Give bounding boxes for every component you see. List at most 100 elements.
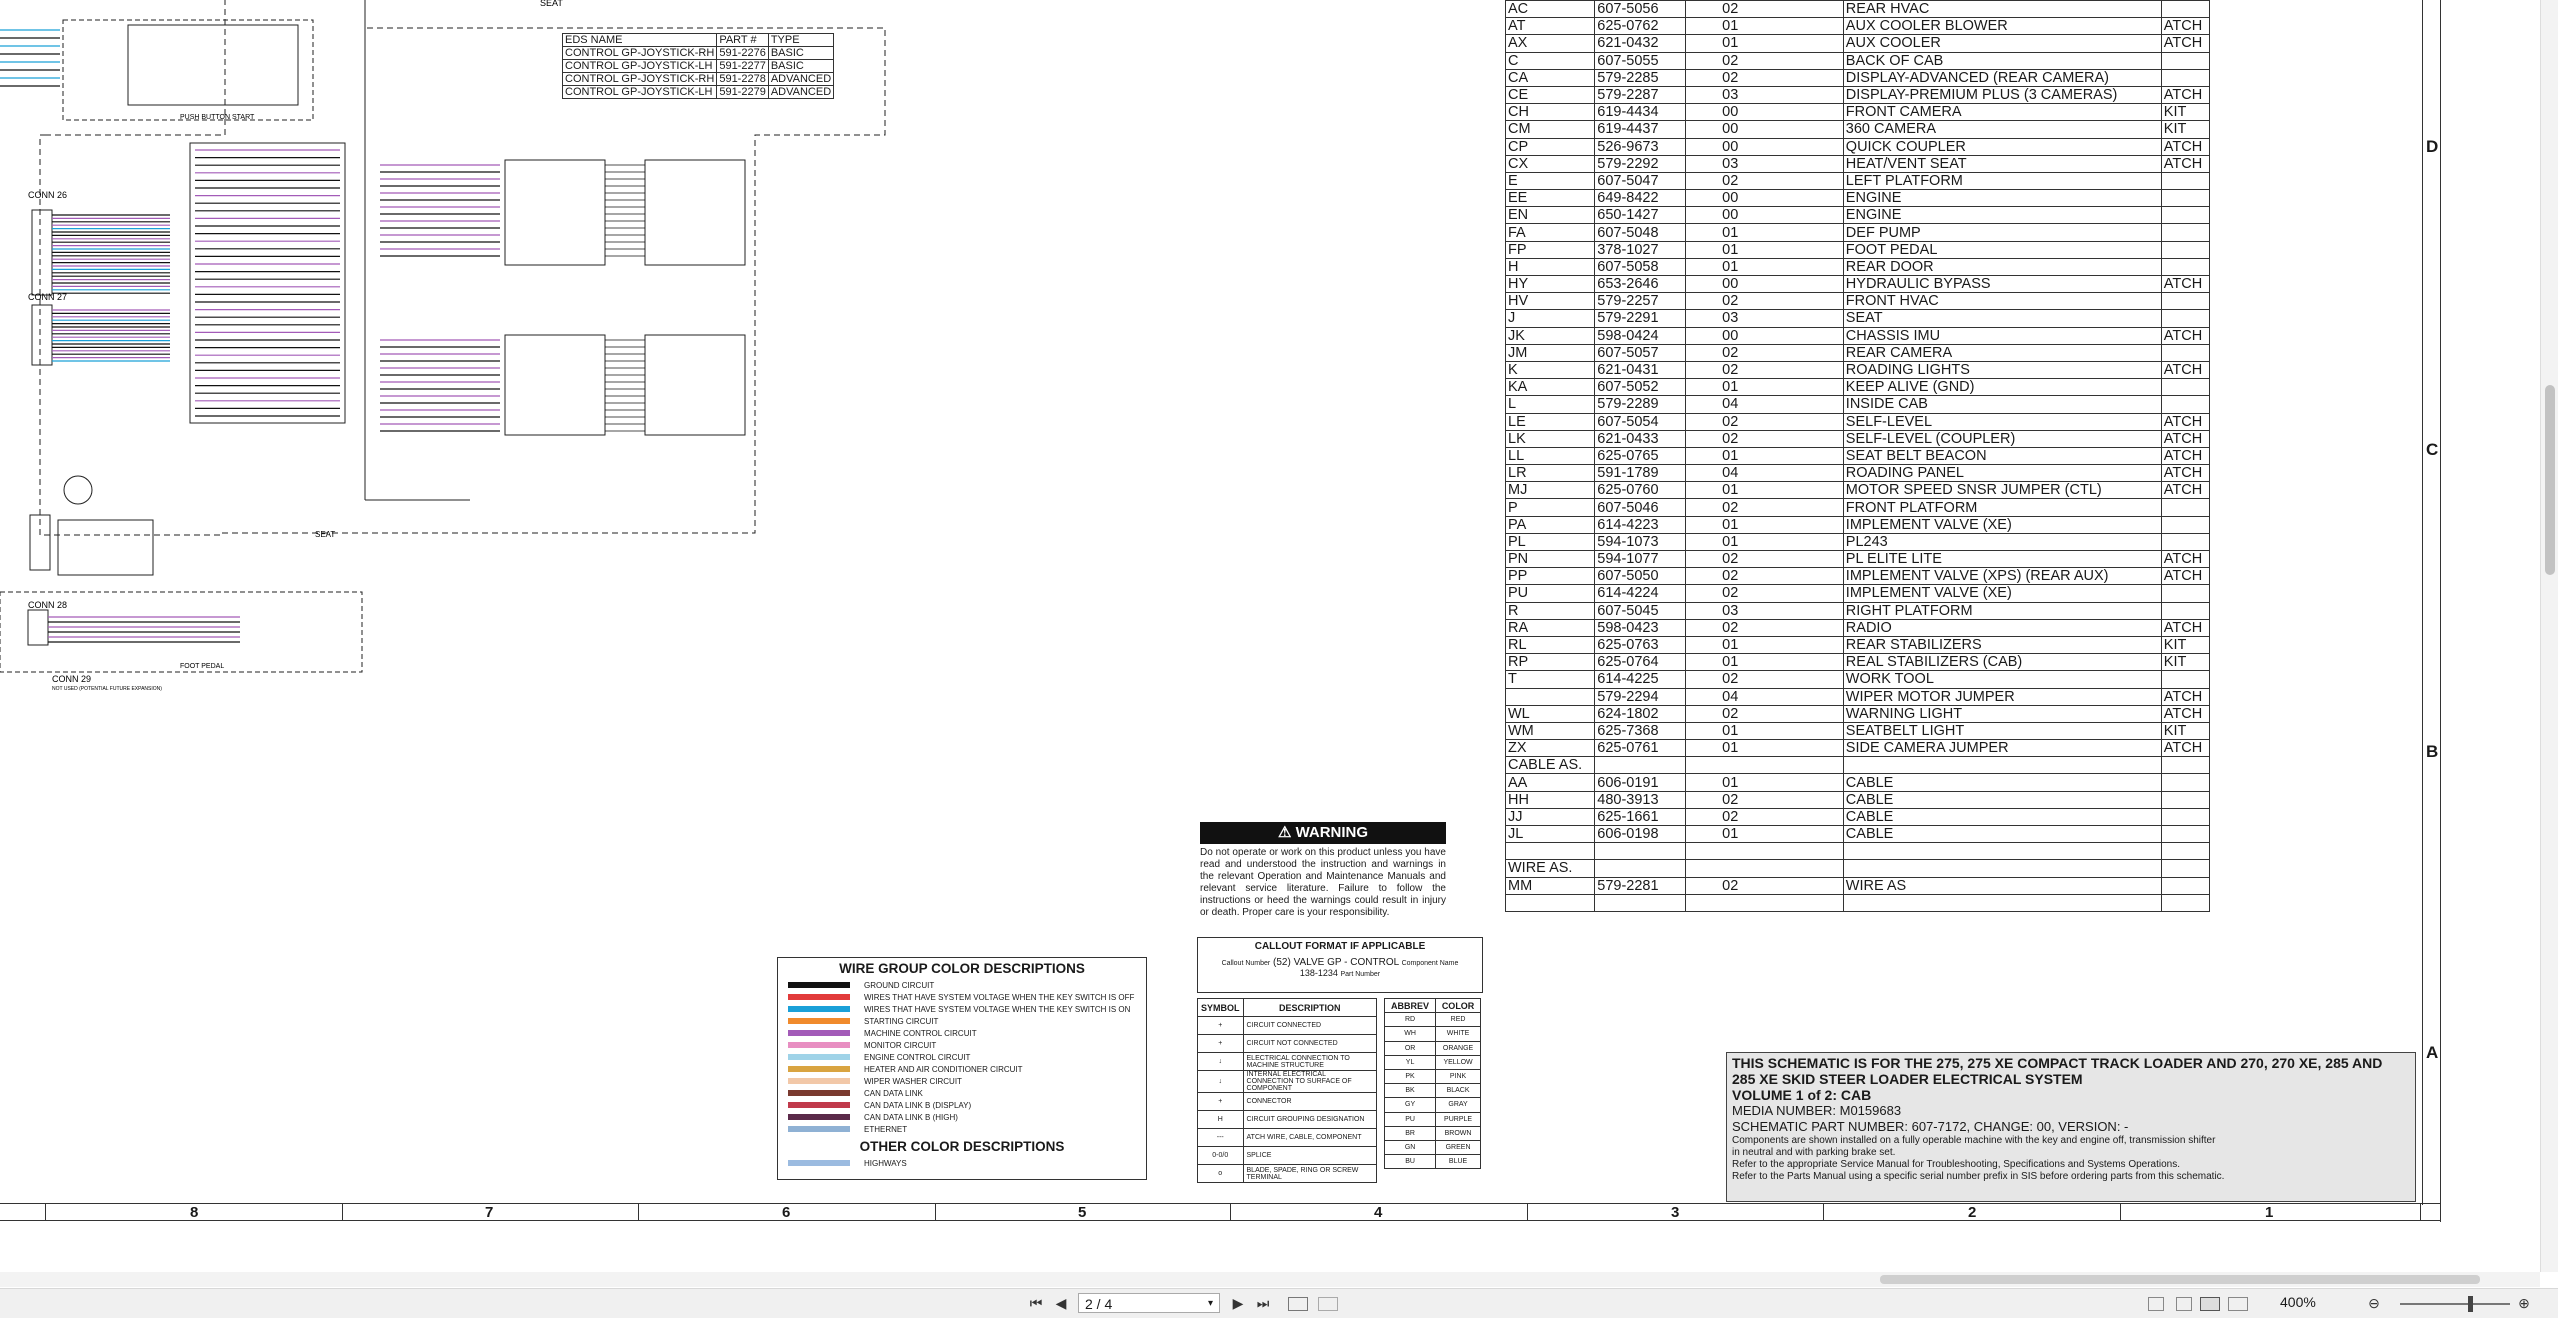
table-cell: 607-5057 xyxy=(1594,343,1687,362)
color-legend-item: STARTING CIRCUIT xyxy=(778,1015,1146,1027)
table-cell: CONTROL GP-JOYSTICK-LH xyxy=(561,59,718,73)
table-cell: ADVANCED xyxy=(767,85,835,99)
table-row: PU PURPLE xyxy=(1383,1111,1481,1127)
prev-page-icon[interactable]: ◀ xyxy=(1053,1294,1069,1312)
table-cell: ATCH xyxy=(2160,17,2211,36)
table-cell: WH xyxy=(1383,1026,1437,1042)
table-cell: 02 xyxy=(1685,549,1844,569)
page-number-input[interactable]: 2 / 4 ▾ xyxy=(1078,1293,1220,1313)
table-cell xyxy=(2160,257,2211,277)
table-cell: BASIC xyxy=(767,59,835,73)
horizontal-scroll-thumb[interactable] xyxy=(1880,1275,2480,1284)
description-header: DESCRIPTION xyxy=(1242,998,1378,1017)
table-cell: 614-4224 xyxy=(1594,584,1687,603)
table-cell: LE xyxy=(1504,412,1596,431)
table-cell xyxy=(2160,515,2211,534)
table-cell: PA xyxy=(1504,515,1596,534)
conn27-label: CONN 27 xyxy=(28,292,67,302)
color-header: COLOR xyxy=(1435,997,1481,1014)
table-cell: RADIO xyxy=(1842,618,2162,637)
table-cell: LEFT PLATFORM xyxy=(1842,171,2162,191)
schematic-sheet: CONN 26 CONN 27 CONN 28 CONN 29 NOT USED… xyxy=(0,0,2441,1230)
table-cell: KIT xyxy=(2160,653,2211,672)
table-row: P 607-5046 02 FRONT PLATFORM xyxy=(1504,498,2211,517)
table-row: CONTROL GP-JOYSTICK-RH 591-2278 ADVANCED xyxy=(561,72,835,86)
table-row: + CONNECTOR xyxy=(1197,1092,1378,1111)
table-cell: 594-1073 xyxy=(1594,532,1687,552)
symbol-cell: 0-0/0 xyxy=(1197,1146,1244,1165)
table-cell xyxy=(2160,756,2211,775)
zoom-out-icon[interactable]: ⊖ xyxy=(2366,1294,2382,1312)
fit-icon[interactable] xyxy=(1318,1297,1338,1311)
vertical-scroll-thumb[interactable] xyxy=(2545,385,2555,575)
rotate-icon[interactable] xyxy=(1288,1297,1308,1311)
table-cell xyxy=(2160,824,2211,844)
next-page-icon[interactable]: ▶ xyxy=(1230,1294,1246,1312)
table-row: + CIRCUIT NOT CONNECTED xyxy=(1197,1034,1378,1053)
single-page-icon[interactable] xyxy=(2148,1297,2164,1311)
table-row: ↓ ELECTRICAL CONNECTION TO MACHINE STRUCT… xyxy=(1197,1052,1378,1071)
table-cell: KIT xyxy=(2160,103,2211,122)
continuous-icon[interactable] xyxy=(2176,1297,2192,1311)
table-cell: ORANGE xyxy=(1435,1040,1481,1056)
last-page-icon[interactable]: ⏭ xyxy=(1255,1294,1271,1312)
table-cell: FRONT PLATFORM xyxy=(1842,498,2162,517)
table-cell: KEEP ALIVE (GND) xyxy=(1842,378,2162,397)
color-legend-item: CAN DATA LINK xyxy=(778,1087,1146,1099)
table-cell xyxy=(2160,206,2211,225)
title-note: Components are shown installed on a full… xyxy=(1732,1135,2216,1146)
grid-view-icon[interactable] xyxy=(2228,1297,2248,1311)
table-cell: 607-5045 xyxy=(1594,601,1687,620)
table-cell: 01 xyxy=(1685,721,1844,741)
table-cell xyxy=(2160,842,2211,861)
table-cell: CABLE xyxy=(1842,824,2162,844)
table-cell xyxy=(1504,842,1596,861)
table-cell: 02 xyxy=(1685,68,1844,87)
table-cell: ATCH xyxy=(2160,154,2211,173)
table-cell: 624-1802 xyxy=(1594,704,1687,723)
border-line xyxy=(2422,0,2423,1205)
zoom-slider[interactable] xyxy=(2400,1303,2510,1305)
color-swatch xyxy=(788,1090,850,1096)
table-cell: ATCH xyxy=(2160,567,2211,586)
table-cell: CIRCUIT GROUPING DESIGNATION xyxy=(1242,1110,1378,1129)
color-label: CAN DATA LINK B (DISPLAY) xyxy=(864,1100,972,1110)
table-row: + CIRCUIT CONNECTED xyxy=(1197,1016,1378,1035)
table-cell: GY xyxy=(1383,1097,1437,1113)
table-cell: AC xyxy=(1504,0,1596,19)
table-cell xyxy=(1685,842,1844,861)
vertical-scrollbar[interactable] xyxy=(2540,0,2558,1272)
table-cell: WHITE xyxy=(1435,1026,1481,1042)
table-cell: 01 xyxy=(1685,773,1844,792)
zoom-in-icon[interactable]: ⊕ xyxy=(2516,1294,2532,1312)
table-cell xyxy=(2160,876,2211,895)
horizontal-scrollbar[interactable] xyxy=(0,1272,2540,1287)
table-cell: CONNECTOR xyxy=(1242,1092,1378,1111)
table-cell: WIPER MOTOR JUMPER xyxy=(1842,687,2162,706)
table-cell: BU xyxy=(1383,1154,1437,1170)
color-swatch xyxy=(788,1078,850,1084)
schematic-part-number: SCHEMATIC PART NUMBER: 607-7172, CHANGE:… xyxy=(1732,1119,2129,1134)
table-cell: 606-0198 xyxy=(1594,824,1687,844)
warning-text: Do not operate or work on this product u… xyxy=(1200,847,1446,918)
table-cell: CONTROL GP-JOYSTICK-LH xyxy=(561,85,718,99)
table-row: R 607-5045 03 RIGHT PLATFORM xyxy=(1504,601,2211,620)
table-cell: PK xyxy=(1383,1068,1437,1085)
symbol-cell: --- xyxy=(1197,1128,1244,1147)
table-cell xyxy=(2160,309,2211,328)
callout-example: (52) VALVE GP - CONTROL xyxy=(1273,957,1399,968)
first-page-icon[interactable]: ⏮ xyxy=(1028,1294,1044,1312)
table-row: CP 526-9673 00 QUICK COUPLER ATCH xyxy=(1504,137,2211,156)
table-row: CH 619-4434 00 FRONT CAMERA KIT xyxy=(1504,103,2211,122)
zone-number: 6 xyxy=(782,1204,791,1221)
chevron-down-icon[interactable]: ▾ xyxy=(1208,1294,1213,1314)
pdf-viewport[interactable]: CONN 26 CONN 27 CONN 28 CONN 29 NOT USED… xyxy=(0,0,2540,1272)
symbol-cell: + xyxy=(1197,1016,1244,1035)
zoom-slider-handle[interactable] xyxy=(2468,1296,2473,1312)
zoom-level[interactable]: 400% xyxy=(2280,1294,2316,1310)
table-cell: 579-2281 xyxy=(1594,876,1687,895)
table-cell: 591-2277 xyxy=(716,59,769,73)
table-cell: 01 xyxy=(1685,824,1844,844)
two-page-icon[interactable] xyxy=(2200,1297,2220,1311)
table-cell: 02 xyxy=(1685,790,1844,809)
